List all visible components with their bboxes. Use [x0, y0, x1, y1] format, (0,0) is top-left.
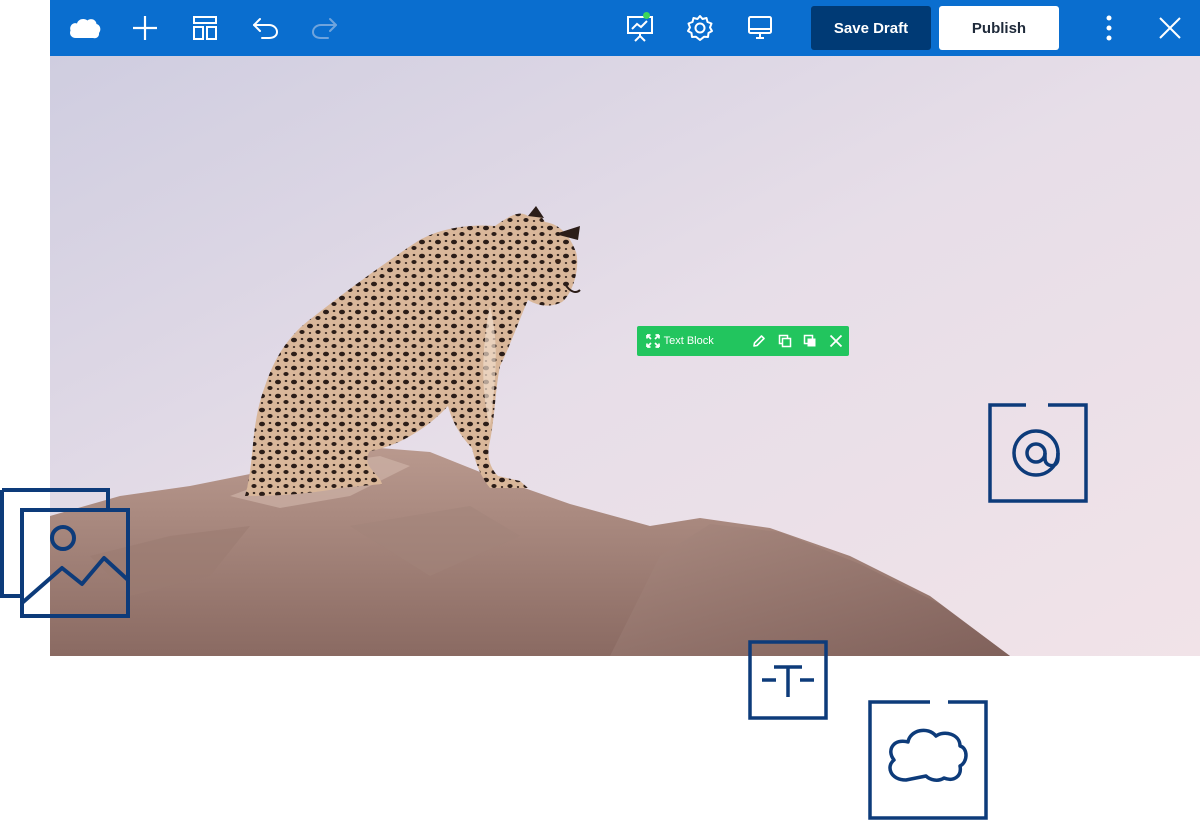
remove-icon[interactable]: [823, 326, 849, 356]
status-dot: [643, 12, 650, 19]
save-draft-button[interactable]: Save Draft: [811, 6, 931, 50]
hero-image: [50, 56, 1200, 656]
cloud-widget-icon: [868, 700, 988, 820]
more-vertical-icon[interactable]: [1089, 8, 1129, 48]
element-label: Text Block: [663, 335, 714, 347]
edit-icon[interactable]: [746, 326, 772, 356]
copy-style-icon[interactable]: [798, 326, 824, 356]
add-icon[interactable]: [125, 8, 165, 48]
publish-button[interactable]: Publish: [939, 6, 1059, 50]
undo-icon[interactable]: [245, 8, 285, 48]
element-toolbar: Text Block: [637, 326, 849, 356]
cloud-logo-icon[interactable]: [65, 8, 105, 48]
editor-toolbar: Save Draft Publish: [50, 0, 1200, 56]
text-widget-icon: [748, 640, 828, 720]
desktop-preview-icon[interactable]: [740, 8, 780, 48]
analytics-icon[interactable]: [620, 8, 660, 48]
image-widget-icon: [0, 488, 132, 620]
at-sign-widget-icon: [988, 403, 1088, 503]
move-icon[interactable]: [643, 326, 664, 356]
duplicate-icon[interactable]: [772, 326, 798, 356]
layout-icon[interactable]: [185, 8, 225, 48]
redo-icon[interactable]: [305, 8, 345, 48]
gear-icon[interactable]: [680, 8, 720, 48]
close-icon[interactable]: [1150, 8, 1190, 48]
